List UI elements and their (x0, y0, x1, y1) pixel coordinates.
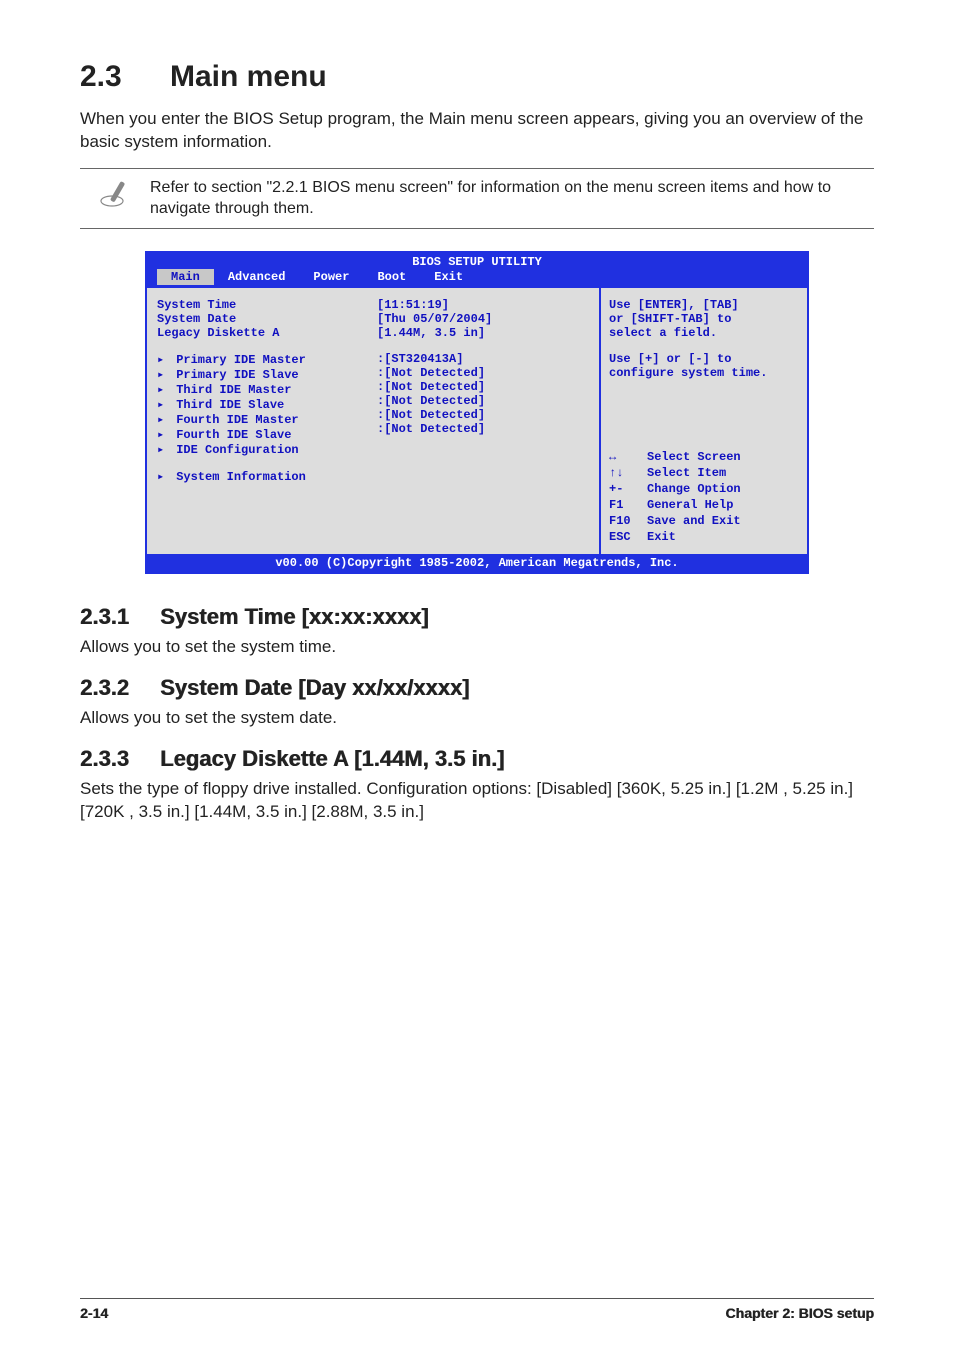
bios-help-desc: General Help (647, 498, 799, 512)
subsection-heading: 2.3.1System Time [xx:xx:xxxx] (80, 604, 874, 630)
page-chapter: Chapter 2: BIOS setup (725, 1305, 874, 1321)
bios-subitem-value: :[Not Detected] (377, 380, 589, 394)
bios-tab-boot: Boot (363, 269, 420, 285)
bios-help-desc: Change Option (647, 482, 799, 496)
bios-tab-exit: Exit (420, 269, 477, 285)
bios-help-line: Use [+] or [-] to (609, 352, 799, 366)
subsection-title: System Time [xx:xx:xxxx] (160, 604, 429, 629)
bios-screenshot: BIOS SETUP UTILITY Main Advanced Power B… (145, 251, 809, 574)
section-heading: 2.3Main menu (80, 60, 874, 94)
bios-subitem-label: ▸ Fourth IDE Master (157, 412, 357, 427)
subsection-heading: 2.3.3Legacy Diskette A [1.44M, 3.5 in.] (80, 746, 874, 772)
bios-help-desc: Save and Exit (647, 514, 799, 528)
bios-footer: v00.00 (C)Copyright 1985-2002, American … (147, 554, 807, 572)
bios-subitem-label: ▸ Third IDE Slave (157, 397, 357, 412)
note-text: Refer to section "2.2.1 BIOS menu screen… (150, 177, 874, 220)
subsection-heading: 2.3.2System Date [Day xx/xx/xxxx] (80, 675, 874, 701)
bios-help-desc: Select Item (647, 466, 799, 480)
note-icon (80, 177, 150, 211)
bios-field-label: Legacy Diskette A (157, 326, 357, 340)
section-number: 2.3 (80, 60, 170, 94)
bios-subitem-label: ▸ Primary IDE Slave (157, 367, 357, 382)
bios-subitem-value: :[Not Detected] (377, 408, 589, 422)
bios-title: BIOS SETUP UTILITY (147, 253, 807, 269)
subsection-number: 2.3.2 (80, 675, 160, 701)
bios-subitem-label: ▸ Primary IDE Master (157, 352, 357, 367)
bios-field-value: [11:51:19] (377, 298, 589, 312)
bios-tab-advanced: Advanced (214, 269, 300, 285)
subsection-number: 2.3.3 (80, 746, 160, 772)
intro-paragraph: When you enter the BIOS Setup program, t… (80, 108, 874, 154)
bios-help-pane: Use [ENTER], [TAB] or [SHIFT-TAB] to sel… (601, 288, 807, 554)
bios-help-key: ↑↓ (609, 466, 639, 480)
bios-help-desc: Select Screen (647, 450, 799, 464)
section-title: Main menu (170, 60, 327, 93)
bios-tab-power: Power (299, 269, 363, 285)
note-block: Refer to section "2.2.1 BIOS menu screen… (80, 168, 874, 229)
bios-subitem-value: :[ST320413A] (377, 352, 589, 366)
bios-field-value: [Thu 05/07/2004] (377, 312, 589, 326)
bios-help-key: +- (609, 482, 639, 496)
subsection-body: Allows you to set the system date. (80, 707, 874, 730)
page-footer: 2-14 Chapter 2: BIOS setup (80, 1298, 874, 1321)
bios-help-key: ↔ (609, 450, 639, 464)
page-number: 2-14 (80, 1305, 108, 1321)
bios-help-keys: ↔ Select Screen ↑↓ Select Item +- Change Op… (609, 450, 799, 544)
bios-subitem-label: ▸ System Information (157, 469, 357, 484)
bios-tab-main: Main (157, 269, 214, 285)
bios-left-pane: System Time System Date Legacy Diskette … (147, 288, 601, 554)
subsection-title: System Date [Day xx/xx/xxxx] (160, 675, 469, 700)
bios-help-key: ESC (609, 530, 639, 544)
subsection-number: 2.3.1 (80, 604, 160, 630)
bios-subitem-value: :[Not Detected] (377, 366, 589, 380)
bios-subitem-label: ▸ Fourth IDE Slave (157, 427, 357, 442)
bios-help-key: F1 (609, 498, 639, 512)
bios-subitem-value: :[Not Detected] (377, 394, 589, 408)
bios-subitem-label: ▸ Third IDE Master (157, 382, 357, 397)
bios-help-line: or [SHIFT-TAB] to (609, 312, 799, 326)
subsection-body: Sets the type of floppy drive installed.… (80, 778, 874, 824)
bios-help-line: select a field. (609, 326, 799, 340)
bios-subitem-label: ▸ IDE Configuration (157, 442, 357, 457)
bios-help-desc: Exit (647, 530, 799, 544)
bios-subitem-value: :[Not Detected] (377, 422, 589, 436)
subsection-body: Allows you to set the system time. (80, 636, 874, 659)
bios-field-label: System Date (157, 312, 357, 326)
bios-field-label: System Time (157, 298, 357, 312)
bios-help-line: Use [ENTER], [TAB] (609, 298, 799, 312)
subsection-title: Legacy Diskette A [1.44M, 3.5 in.] (160, 746, 504, 771)
bios-field-value: [1.44M, 3.5 in] (377, 326, 589, 340)
bios-help-line: configure system time. (609, 366, 799, 380)
bios-help-key: F10 (609, 514, 639, 528)
bios-tabs: Main Advanced Power Boot Exit (147, 269, 807, 288)
